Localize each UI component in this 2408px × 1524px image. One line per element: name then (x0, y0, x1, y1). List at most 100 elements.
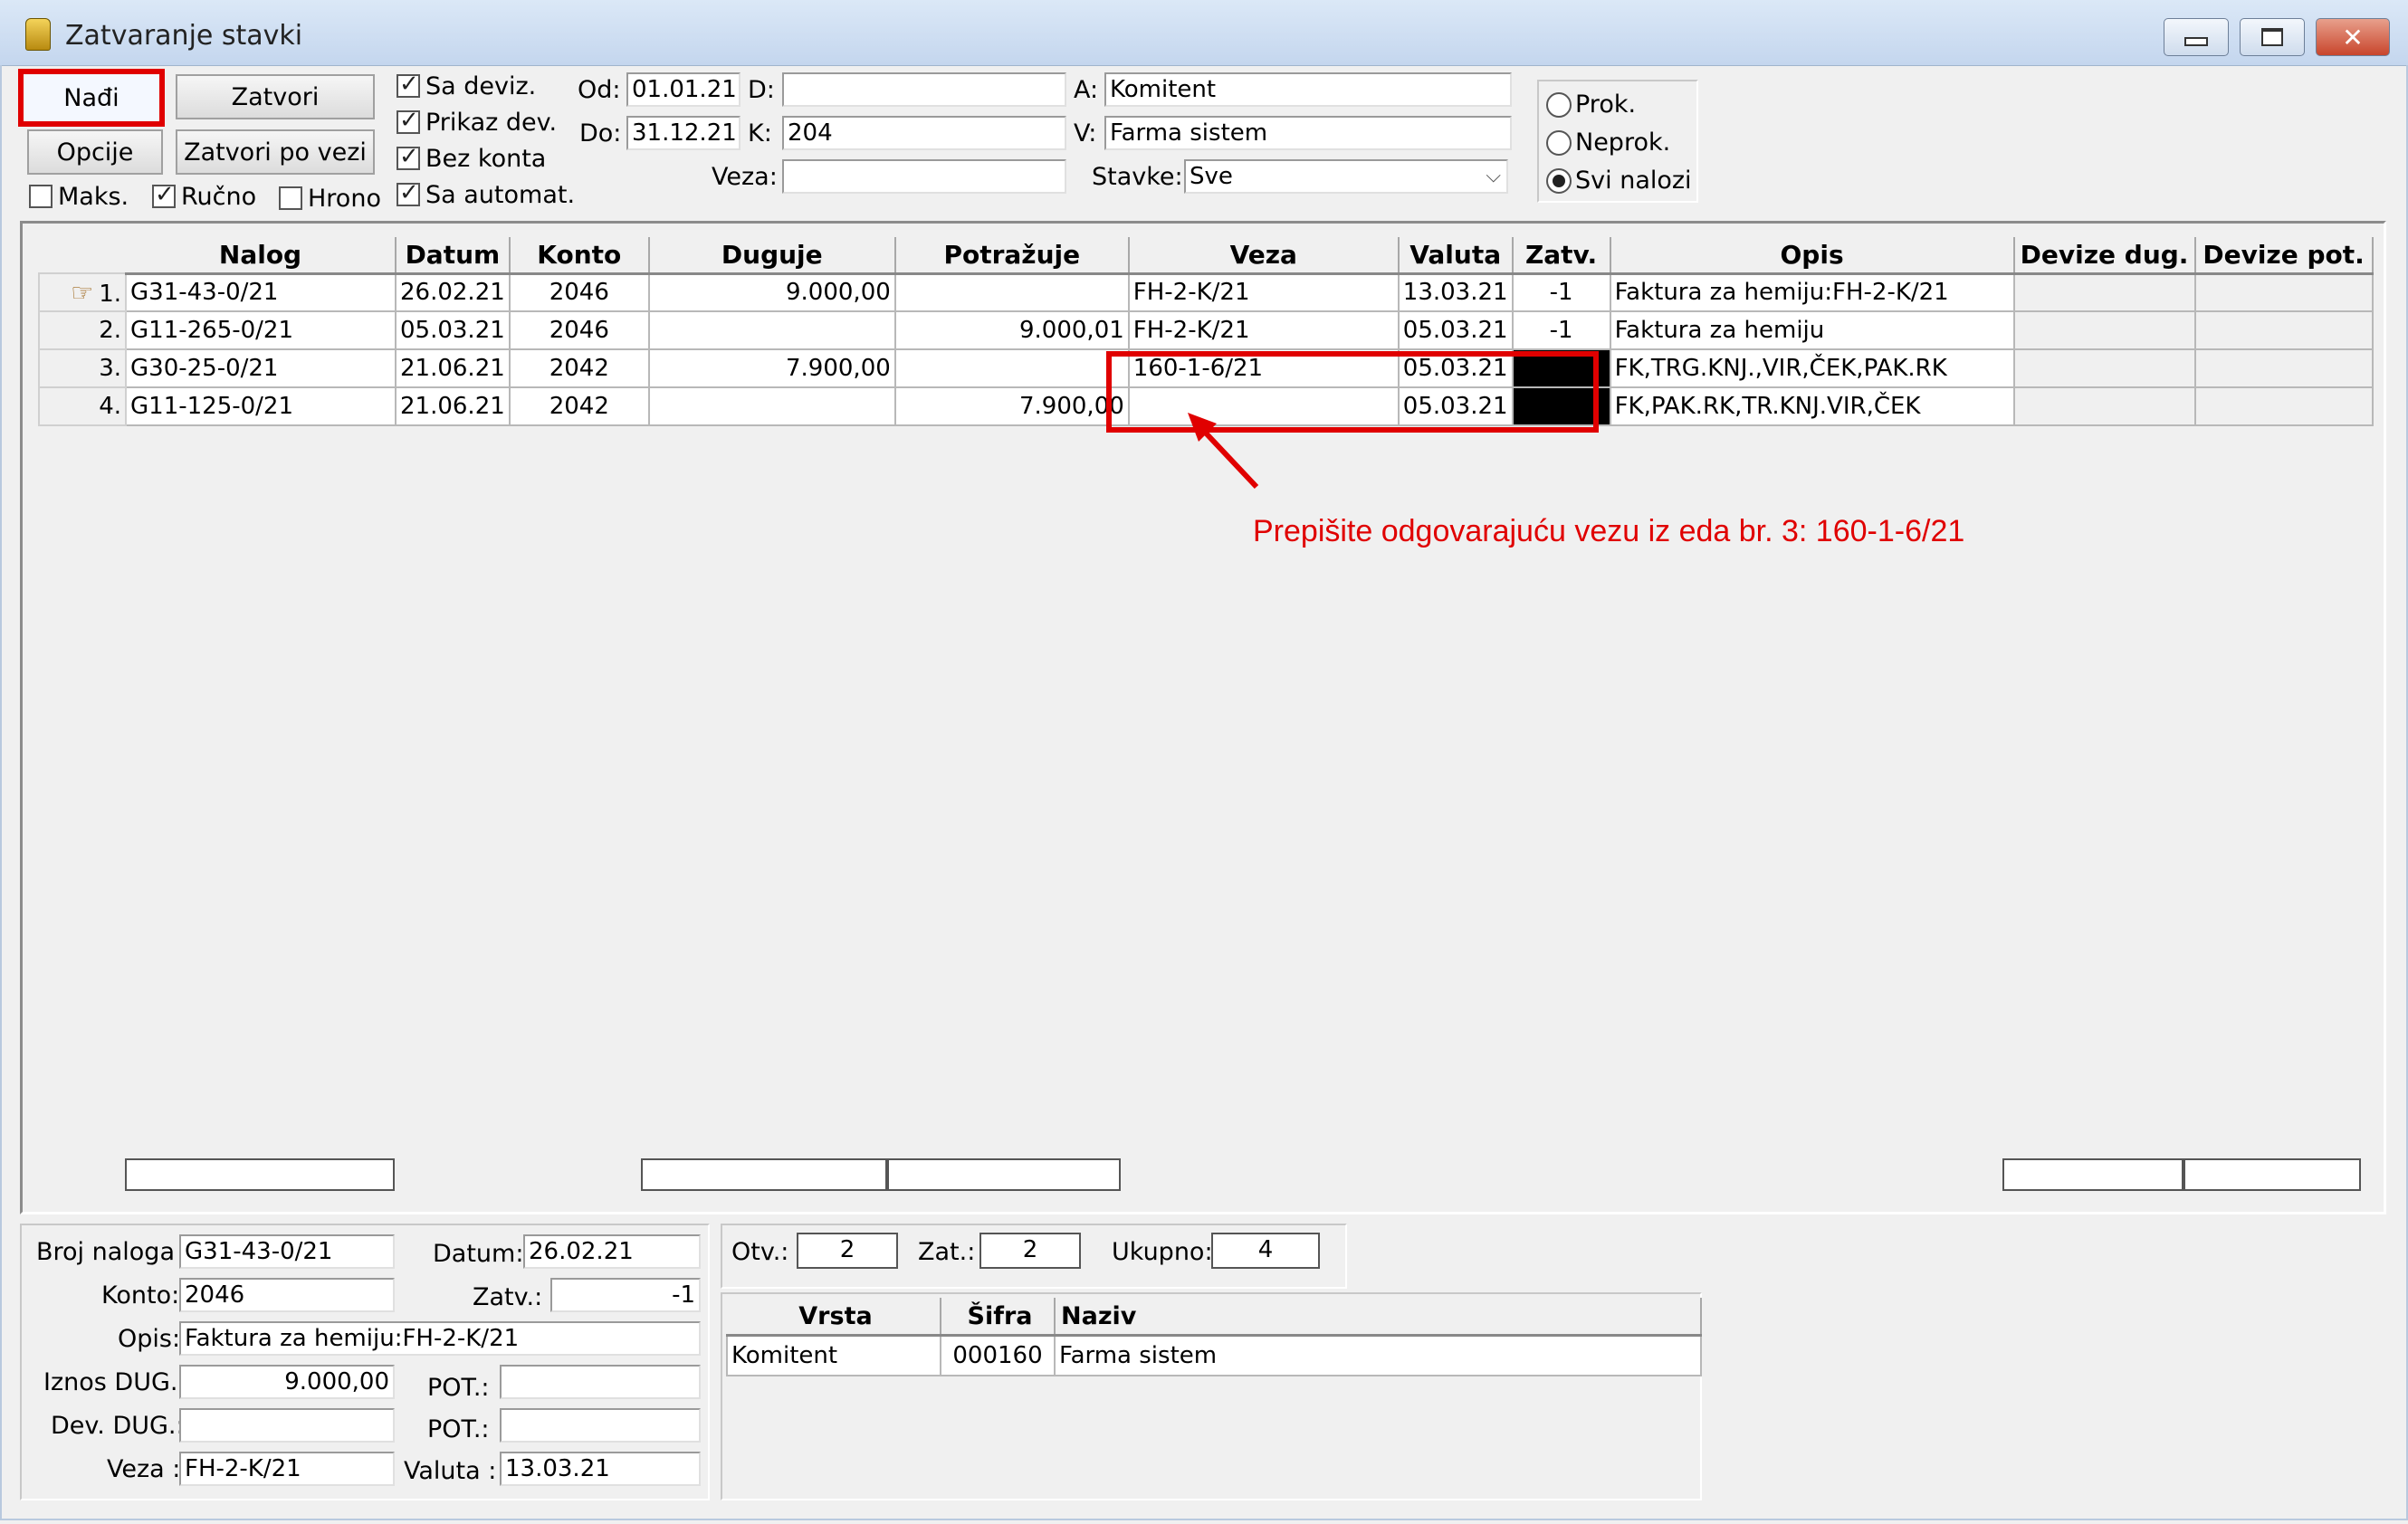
cell-naziv[interactable]: Farma sistem (1054, 1334, 1702, 1376)
cell-nalog[interactable]: G11-265-0/21 (125, 310, 397, 350)
dev-pot-field[interactable] (500, 1408, 701, 1443)
cell-devize-dug[interactable] (2012, 386, 2196, 426)
minimize-button[interactable] (2164, 18, 2229, 56)
cell-duguje[interactable]: 7.900,00 (647, 348, 896, 388)
maks-checkbox[interactable] (29, 185, 53, 208)
k-field[interactable]: 204 (782, 116, 1066, 150)
cell-duguje[interactable]: 9.000,00 (647, 272, 896, 312)
cell-devize-pot[interactable] (2193, 310, 2374, 350)
cell-opis[interactable]: FK,PAK.RK,TR.KNJ.VIR,ČEK (1609, 386, 2015, 426)
opis-field[interactable]: Faktura za hemiju:FH-2-K/21 (179, 1321, 701, 1356)
cell-datum[interactable]: 21.06.21 (395, 386, 511, 426)
pot-field[interactable] (500, 1365, 701, 1399)
cell-duguje[interactable] (647, 310, 896, 350)
cell-konto[interactable]: 2046 (508, 310, 650, 350)
stavke-select[interactable]: Sve ⌵ (1184, 159, 1508, 194)
cell-devize-dug[interactable] (2012, 272, 2196, 312)
svi-nalozi-label: Svi nalozi (1575, 167, 1692, 195)
col-header-datum[interactable]: Datum (396, 237, 511, 275)
cell-nalog[interactable]: G11-125-0/21 (125, 386, 397, 426)
rucno-checkbox[interactable] (152, 181, 176, 208)
konto-field[interactable]: 2046 (179, 1278, 395, 1312)
cell-datum[interactable]: 26.02.21 (395, 272, 511, 312)
sa-deviz-checkbox[interactable] (397, 71, 420, 98)
cell-nalog[interactable]: G31-43-0/21 (125, 272, 397, 312)
cell-devize-pot[interactable] (2193, 348, 2374, 388)
cell-vrsta[interactable]: Komitent (726, 1334, 941, 1376)
col-header-sifra[interactable]: Šifra (941, 1298, 1056, 1337)
cell-devize-dug[interactable] (2012, 310, 2196, 350)
cell-opis[interactable]: FK,TRG.KNJ.,VIR,ČEK,PAK.RK (1609, 348, 2015, 388)
cell-devize-dug[interactable] (2012, 348, 2196, 388)
cell-datum[interactable]: 21.06.21 (395, 348, 511, 388)
cell-valuta[interactable]: 05.03.21 (1397, 310, 1514, 350)
find-button[interactable]: Nađi (18, 69, 165, 127)
close-by-link-button[interactable]: Zatvori po vezi (176, 129, 375, 175)
v-field[interactable]: Farma sistem (1104, 116, 1512, 150)
do-date-field[interactable]: 31.12.21 (626, 116, 741, 150)
col-header-devize-pot[interactable]: Devize pot. (2194, 237, 2374, 275)
cell-valuta[interactable]: 13.03.21 (1397, 272, 1514, 312)
cell-konto[interactable]: 2042 (508, 386, 650, 426)
broj-naloga-field[interactable]: G31-43-0/21 (179, 1234, 395, 1269)
cell-devize-pot[interactable] (2193, 386, 2374, 426)
svi-nalozi-radio[interactable] (1546, 168, 1572, 194)
otv-field: 2 (797, 1233, 898, 1269)
col-header-valuta[interactable]: Valuta (1398, 237, 1514, 275)
cell-duguje[interactable] (647, 386, 896, 426)
close-window-button[interactable]: ✕ (2316, 18, 2390, 56)
od-date-field[interactable]: 01.01.21 (626, 72, 741, 107)
cell-konto[interactable]: 2046 (508, 272, 650, 312)
cell-zatv[interactable]: -1 (1511, 310, 1611, 350)
col-header-nalog[interactable]: Nalog (126, 237, 397, 275)
broj-naloga-label: Broj naloga : (36, 1238, 191, 1266)
close-button[interactable]: Zatvori (176, 74, 375, 119)
sa-deviz-label: Sa deviz. (425, 72, 537, 100)
iznos-dug-field[interactable]: 9.000,00 (179, 1365, 395, 1399)
valuta-field[interactable]: 13.03.21 (500, 1452, 701, 1486)
cell-opis[interactable]: Faktura za hemiju (1609, 310, 2015, 350)
cell-konto[interactable]: 2042 (508, 348, 650, 388)
table-row[interactable]: Komitent 000160 Farma sistem (726, 1334, 1702, 1376)
col-header-duguje[interactable]: Duguje (648, 237, 896, 275)
col-header-veza[interactable]: Veza (1128, 237, 1400, 275)
zatv-field[interactable]: -1 (550, 1278, 701, 1312)
col-header-konto[interactable]: Konto (509, 237, 650, 275)
d-field[interactable] (782, 72, 1066, 107)
cell-sifra[interactable]: 000160 (940, 1334, 1056, 1376)
col-header-potrazuje[interactable]: Potražuje (894, 237, 1130, 275)
cell-zatv[interactable]: -1 (1511, 272, 1611, 312)
table-row[interactable]: 2. G11-265-0/21 05.03.21 2046 9.000,01 F… (38, 310, 2374, 350)
bez-konta-checkbox[interactable] (397, 143, 420, 170)
hrono-checkbox[interactable] (279, 186, 302, 210)
col-header-devize-dug[interactable]: Devize dug. (2013, 237, 2196, 275)
cell-potrazuje[interactable] (893, 348, 1130, 388)
sa-automat-checkbox[interactable] (397, 179, 420, 206)
col-header-vrsta[interactable]: Vrsta (727, 1298, 941, 1337)
cell-opis[interactable]: Faktura za hemiju:FH-2-K/21 (1609, 272, 2015, 312)
cell-nalog[interactable]: G30-25-0/21 (125, 348, 397, 388)
a-komitent-field[interactable]: Komitent (1104, 72, 1512, 107)
cell-veza[interactable]: FH-2-K/21 (1127, 310, 1400, 350)
cell-potrazuje[interactable]: 7.900,00 (893, 386, 1130, 426)
table-row[interactable]: ☞ 1. G31-43-0/21 26.02.21 2046 9.000,00 F… (38, 272, 2374, 312)
col-header-naziv[interactable]: Naziv (1055, 1298, 1702, 1337)
veza-filter-field[interactable] (782, 159, 1066, 194)
datum-field[interactable]: 26.02.21 (523, 1234, 701, 1269)
row-number: 2. (38, 310, 127, 350)
prok-radio[interactable] (1546, 92, 1572, 118)
prikaz-dev-checkbox[interactable] (397, 107, 420, 134)
veza-field[interactable]: FH-2-K/21 (179, 1452, 395, 1486)
col-header-opis[interactable]: Opis (1610, 237, 2015, 275)
col-header-zatv[interactable]: Zatv. (1512, 237, 1611, 275)
neprok-radio[interactable] (1546, 130, 1572, 156)
cell-veza[interactable]: FH-2-K/21 (1127, 272, 1400, 312)
cell-potrazuje[interactable] (893, 272, 1130, 312)
cell-datum[interactable]: 05.03.21 (395, 310, 511, 350)
pointer-hand-icon: ☞ (71, 277, 94, 308)
cell-potrazuje[interactable]: 9.000,01 (893, 310, 1130, 350)
options-button[interactable]: Opcije (27, 129, 163, 175)
cell-devize-pot[interactable] (2193, 272, 2374, 312)
dev-dug-field[interactable] (179, 1408, 395, 1443)
maximize-button[interactable] (2240, 18, 2305, 56)
